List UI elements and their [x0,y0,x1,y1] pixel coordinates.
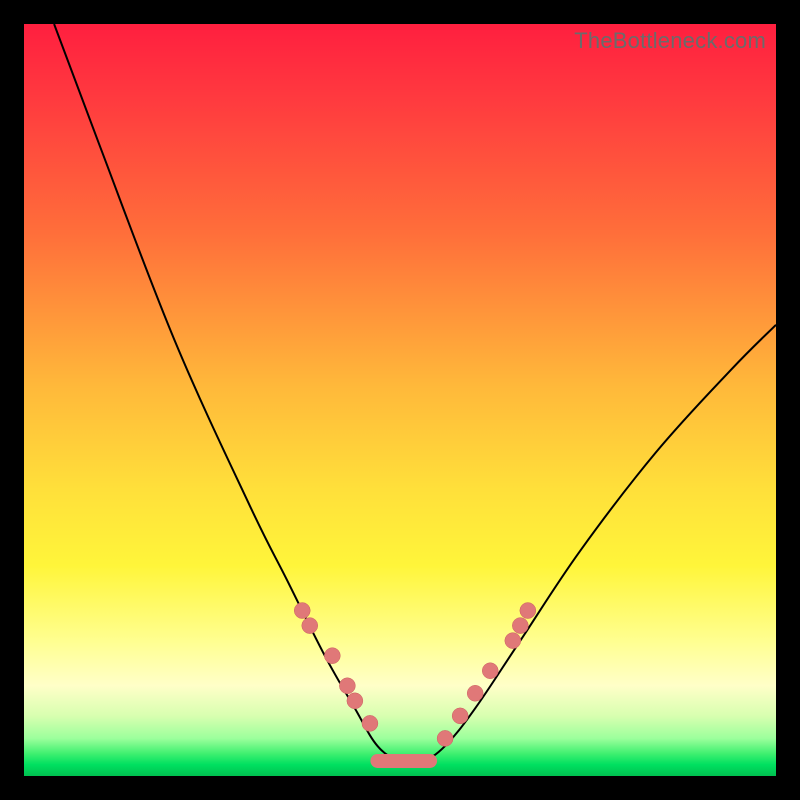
right-branch-points [437,603,536,747]
curve-layer [24,24,776,776]
highlight-point [512,618,528,634]
highlight-point [339,678,355,694]
plot-area: TheBottleneck.com [24,24,776,776]
highlight-point [437,730,453,746]
highlight-point [520,603,536,619]
highlight-point [347,693,363,709]
left-branch-points [294,603,378,732]
highlight-point [302,618,318,634]
highlight-point [467,685,483,701]
highlight-point [294,603,310,619]
highlight-point [505,633,521,649]
bottleneck-curve [54,24,776,763]
highlight-point [452,708,468,724]
highlight-point [362,715,378,731]
highlight-point [324,648,340,664]
highlight-point [482,663,498,679]
chart-frame: TheBottleneck.com [0,0,800,800]
